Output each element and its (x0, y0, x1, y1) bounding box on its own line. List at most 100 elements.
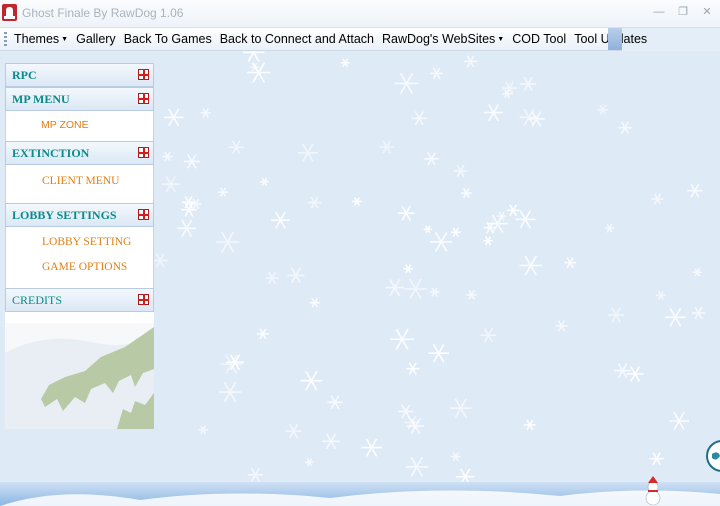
menu-tool-updates[interactable]: Tool Updates (570, 28, 651, 50)
link-client-menu[interactable]: CLIENT MENU (42, 175, 119, 187)
snowflake-icon (480, 327, 497, 343)
snowflake-icon (497, 211, 507, 221)
gift-icon[interactable] (138, 147, 149, 158)
snowflake-icon (430, 67, 443, 80)
snowflake-icon (607, 307, 625, 323)
menu-themes[interactable]: Themes ▼ (10, 28, 72, 51)
link-game-options[interactable]: GAME OPTIONS (42, 261, 127, 273)
snowflake-icon (519, 255, 542, 276)
snowflake-icon (424, 152, 439, 166)
snowflake-icon (183, 154, 200, 169)
snowflake-icon (181, 196, 196, 209)
section-title: CREDITS (12, 293, 63, 307)
snowflake-icon (429, 287, 440, 297)
gift-icon[interactable] (138, 69, 149, 80)
section-title: EXTINCTION (12, 146, 90, 160)
maximize-button[interactable]: ❐ (676, 5, 690, 19)
snowflake-icon (327, 395, 343, 410)
gift-icon[interactable] (138, 294, 149, 305)
title-bar: Ghost Finale By RawDog 1.06 — ❐ ✕ (0, 0, 720, 28)
snowflake-icon (597, 104, 608, 115)
app-icon (2, 4, 17, 21)
bottom-snow-bar (0, 482, 720, 506)
snowflake-icon (691, 306, 706, 320)
snowflake-icon (519, 108, 539, 126)
section-header-mp-menu[interactable]: MP MENU (5, 87, 154, 111)
toolbar-grip-icon[interactable] (4, 32, 7, 47)
section-body-lobby-settings: LOBBY SETTING GAME OPTIONS (5, 227, 154, 288)
link-mp-zone[interactable]: MP ZONE (41, 119, 89, 131)
snowflake-icon (451, 452, 461, 462)
section-header-lobby-settings[interactable]: LOBBY SETTINGS (5, 203, 154, 227)
snowflake-icon (397, 205, 415, 221)
snowflake-icon (308, 196, 322, 209)
menu-back-to-connect[interactable]: Back to Connect and Attach (216, 28, 378, 50)
snowflake-icon (390, 328, 414, 350)
snowflake-icon (305, 458, 314, 467)
snowflake-icon (218, 382, 242, 403)
snowflake-icon (247, 62, 271, 83)
snowflake-icon (198, 425, 208, 435)
snowflake-icon (461, 188, 472, 199)
snowflake-icon (161, 176, 180, 193)
section-header-extinction[interactable]: EXTINCTION (5, 141, 154, 165)
window-title: Ghost Finale By RawDog 1.06 (22, 6, 184, 20)
snowflake-icon (287, 267, 305, 284)
snowflake-icon (257, 328, 269, 340)
tree-illustration (5, 323, 154, 429)
snowflake-icon (322, 433, 340, 450)
snowflake-icon (669, 411, 689, 431)
gift-icon[interactable] (138, 209, 149, 220)
snowflake-icon (693, 268, 702, 277)
section-header-rpc[interactable]: RPC (5, 63, 154, 87)
snowflake-icon (403, 264, 413, 274)
snowflake-icon (502, 81, 517, 95)
snowflake-icon (428, 343, 449, 363)
snowflake-icon (626, 366, 644, 382)
snowflake-icon (450, 398, 472, 418)
snowflake-icon (523, 419, 536, 431)
snowflake-icon (651, 193, 664, 205)
menu-back-to-games[interactable]: Back To Games (120, 28, 216, 50)
snowflake-icon (385, 279, 405, 297)
snowflake-icon (506, 204, 520, 217)
snowflake-icon (656, 290, 666, 300)
link-lobby-setting[interactable]: LOBBY SETTING (42, 236, 131, 248)
menu-gallery[interactable]: Gallery (72, 28, 120, 50)
snowflake-icon (247, 467, 263, 482)
snowflake-icon (555, 320, 568, 332)
snowflake-icon (177, 219, 197, 237)
snowflake-icon (464, 55, 478, 68)
snowflake-icon (665, 307, 686, 327)
section-title: LOBBY SETTINGS (12, 208, 117, 222)
snowflake-icon (614, 363, 631, 379)
section-title: RPC (12, 68, 37, 82)
snowflake-icon (484, 104, 503, 122)
snowflake-icon (520, 76, 537, 92)
snowflake-icon (411, 111, 427, 126)
menu-cod-tool[interactable]: COD Tool (508, 28, 570, 50)
snowflake-icon (285, 424, 302, 439)
snowflake-icon (687, 183, 703, 198)
snowflake-icon (604, 223, 615, 233)
snowflake-icon (162, 151, 173, 162)
snowflake-icon (405, 456, 428, 477)
snowflake-icon (404, 415, 420, 430)
section-body-extinction: CLIENT MENU (5, 165, 154, 203)
snowflake-icon (450, 227, 461, 237)
snowflake-icon (361, 438, 382, 457)
gift-icon[interactable] (138, 93, 149, 104)
snowflake-icon (242, 51, 265, 63)
snowflake-icon (340, 58, 350, 68)
snowflake-icon (618, 121, 632, 134)
snowflake-icon (423, 225, 432, 234)
snowflake-icon (404, 278, 427, 299)
snowflake-icon (379, 140, 394, 154)
section-header-credits[interactable]: CREDITS (5, 288, 154, 312)
minimize-button[interactable]: — (652, 5, 666, 19)
snowflake-icon (265, 271, 279, 284)
snowflake-icon (200, 108, 211, 118)
snowflake-icon (394, 72, 419, 94)
menu-rawdog-websites[interactable]: RawDog's WebSites ▼ (378, 28, 508, 51)
close-button[interactable]: ✕ (700, 5, 714, 19)
